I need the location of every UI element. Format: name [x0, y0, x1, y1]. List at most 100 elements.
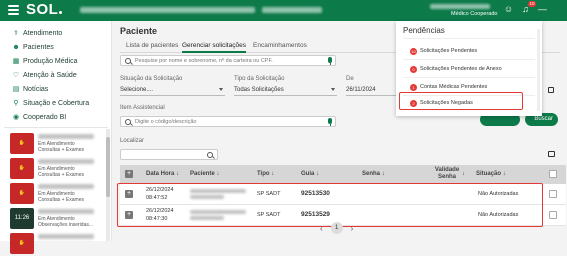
search-icon — [125, 119, 131, 125]
chat-caption: Observações inseridas... — [38, 222, 94, 228]
hand-icon: ✋ — [18, 190, 26, 196]
redacted-text — [262, 7, 322, 13]
sidebar-item-situacao[interactable]: ⚲ Situação e Cobertura — [12, 98, 89, 109]
next-page-icon[interactable]: › — [351, 224, 354, 233]
chat-item[interactable]: ✋ — [6, 232, 104, 256]
print-icon[interactable] — [548, 151, 555, 157]
chat-caption: Consultas + Exames — [38, 147, 84, 153]
tab-encaminhamentos[interactable]: Encaminhamentos — [253, 42, 307, 53]
tab-lista[interactable]: Lista de pacientes — [126, 42, 178, 53]
search-placeholder: Pesquise por nome e sobrenome, nº da car… — [135, 58, 273, 64]
chevron-down-icon — [219, 88, 223, 91]
sidebar-item-atencao[interactable]: ♡ Atenção à Saúde — [12, 70, 77, 81]
sidebar: ⚕ Atendimento ☻ Pacientes ▦ Produção Médica… — [0, 21, 112, 254]
dropdown-scrollbar[interactable] — [537, 29, 540, 111]
heart-icon: ♡ — [12, 71, 20, 79]
chat-caption: Consultas + Exames — [38, 197, 84, 203]
search-icon — [125, 58, 131, 64]
chat-name-redacted — [38, 184, 94, 189]
expand-all-icon[interactable]: + — [125, 170, 133, 178]
situacao-label: Situação da Solicitação — [120, 76, 183, 82]
sidebar-item-atendimento[interactable]: ⚕ Atendimento — [12, 28, 62, 39]
user-icon[interactable]: ☺ — [503, 4, 514, 15]
bell-icon[interactable]: ♫ 10 — [520, 1, 536, 15]
col-senha[interactable]: Senha ↓ — [362, 171, 385, 177]
tab-gerenciar[interactable]: Gerenciar solicitações — [182, 42, 246, 53]
page-button[interactable]: 1 — [330, 222, 343, 234]
sidebar-item-bi[interactable]: ◉ Cooperado BI — [12, 112, 66, 123]
tipo-label: Tipo da Solicitação — [234, 76, 285, 82]
chat-name-redacted — [38, 134, 94, 139]
col-paciente[interactable]: Paciente ↓ — [190, 171, 219, 177]
notif-item-pendentes[interactable]: 10 Solicitações Pendentes — [410, 46, 477, 56]
item-label: Item Assistencial — [120, 105, 165, 111]
de-label: De — [346, 76, 354, 82]
user-name-redacted — [430, 4, 490, 9]
chat-avatar: 11:26 — [10, 208, 34, 229]
highlight-outline — [117, 183, 543, 227]
chevron-down-icon — [331, 88, 335, 91]
sort-icon[interactable]: ↓ — [462, 171, 465, 177]
notif-item-anexo[interactable]: 0 Solicitações Pendentes de Anexo — [410, 64, 502, 74]
page-title: Paciente — [120, 26, 158, 36]
highlight-outline — [399, 92, 523, 110]
chat-item[interactable]: ✋ Em Atendimento Consultas + Exames — [6, 132, 104, 156]
bi-icon: ◉ — [12, 113, 20, 121]
localizar-input[interactable] — [120, 149, 218, 160]
mic-icon[interactable] — [328, 57, 332, 65]
localizar-label: Localizar — [120, 138, 145, 144]
sidebar-item-noticias[interactable]: ▤ Notícias — [12, 84, 49, 95]
divider — [4, 127, 108, 128]
calendar-icon[interactable] — [548, 87, 554, 93]
chat-avatar: ✋ — [10, 158, 34, 179]
table-header: + Data Hora ↓ Paciente ↓ Tipo ↓ Guia ↓ S… — [120, 165, 566, 184]
item-placeholder: Digite o código/descrição — [135, 119, 197, 125]
chat-item[interactable]: ✋ Em Atendimento Consultas + Exames — [6, 182, 104, 206]
notif-item-contas[interactable]: 1 Contas Médicas Pendentes — [410, 82, 487, 92]
hand-icon: ✋ — [18, 165, 26, 171]
menu-icon[interactable] — [8, 5, 19, 15]
search-icon: ⚲ — [13, 99, 19, 107]
chat-name-redacted — [38, 159, 94, 164]
sidebar-scrollbar[interactable] — [106, 129, 110, 241]
redacted-text — [80, 7, 255, 13]
stethoscope-icon: ⚕ — [14, 29, 18, 37]
situacao-select[interactable]: Selecione.... — [120, 85, 225, 96]
prev-page-icon[interactable]: ‹ — [320, 224, 323, 233]
chat-item[interactable]: 11:26 Em Atendimento Observações inserid… — [6, 207, 104, 231]
select-all-checkbox[interactable] — [549, 170, 557, 178]
pagination: ‹ 1 › — [320, 222, 353, 234]
chat-avatar: ✋ — [10, 233, 34, 254]
col-tipo[interactable]: Tipo ↓ — [257, 171, 274, 177]
chat-name-redacted — [38, 234, 94, 239]
row-checkbox[interactable] — [549, 190, 557, 198]
chat-caption: Consultas + Exames — [38, 172, 84, 178]
chart-icon: ▦ — [12, 57, 20, 65]
chat-avatar: ✋ — [10, 183, 34, 204]
logo[interactable]: SOL — [26, 1, 63, 18]
patient-search-input[interactable]: Pesquise por nome e sobrenome, nº da car… — [120, 55, 336, 66]
chat-item[interactable]: ✋ Em Atendimento Consultas + Exames — [6, 157, 104, 181]
minus-icon[interactable]: — — [537, 4, 548, 15]
col-guia[interactable]: Guia ↓ — [301, 171, 319, 177]
top-bar: SOL Médico Cooperado ☺ ♫ 10 — — [0, 0, 567, 21]
tipo-select[interactable]: Todas Solicitações — [234, 85, 337, 96]
hand-icon: ✋ — [18, 140, 26, 146]
col-data-hora[interactable]: Data Hora ↓ — [146, 171, 179, 177]
chat-avatar: ✋ — [10, 133, 34, 154]
notification-count: 10 — [527, 1, 536, 7]
mic-icon[interactable] — [328, 118, 332, 126]
item-search-input[interactable]: Digite o código/descrição — [120, 116, 336, 127]
user-role: Médico Cooperado — [451, 11, 498, 17]
users-icon: ☻ — [12, 43, 20, 51]
dropdown-title: Pendências — [403, 26, 445, 35]
row-checkbox[interactable] — [549, 211, 557, 219]
news-icon: ▤ — [12, 85, 20, 93]
de-date-input[interactable]: 26/11/2024 — [346, 85, 396, 96]
col-validade[interactable]: Validade Senha — [432, 167, 462, 181]
search-icon — [207, 152, 213, 158]
chat-name-redacted — [38, 209, 94, 214]
col-situacao[interactable]: Situação ↓ — [476, 171, 506, 177]
sidebar-item-pacientes[interactable]: ☻ Pacientes — [12, 42, 53, 53]
sidebar-item-producao[interactable]: ▦ Produção Médica — [12, 56, 78, 67]
